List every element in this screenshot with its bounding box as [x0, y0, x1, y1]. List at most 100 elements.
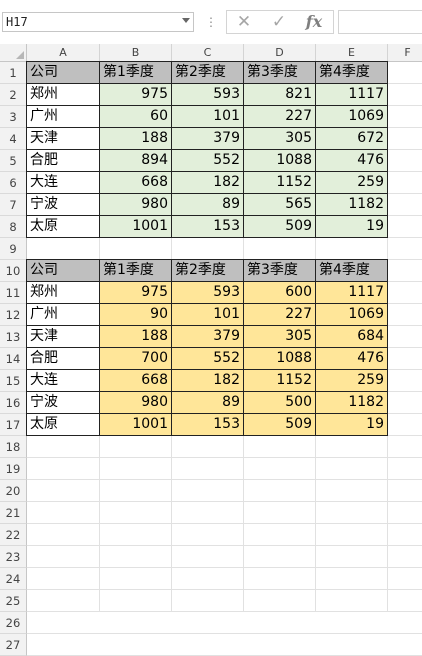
value-cell[interactable]: 476 — [315, 149, 388, 172]
company-cell[interactable]: 太原 — [26, 413, 100, 436]
company-cell[interactable]: 合肥 — [26, 347, 100, 370]
name-box[interactable]: H17 — [2, 12, 194, 32]
row-header[interactable]: 2 — [0, 84, 27, 106]
value-cell[interactable]: 188 — [99, 127, 172, 150]
row-header[interactable]: 9 — [0, 238, 27, 260]
value-cell[interactable]: 259 — [315, 369, 388, 392]
value-cell[interactable]: 552 — [171, 149, 244, 172]
row-header[interactable]: 5 — [0, 150, 27, 172]
header-cell[interactable]: 第3季度 — [243, 259, 316, 282]
value-cell[interactable]: 188 — [99, 325, 172, 348]
row-header[interactable]: 22 — [0, 524, 27, 546]
value-cell[interactable]: 182 — [171, 369, 244, 392]
row-header[interactable]: 8 — [0, 216, 27, 238]
header-cell[interactable]: 第4季度 — [315, 259, 388, 282]
company-cell[interactable]: 郑州 — [26, 281, 100, 304]
column-header-1[interactable]: A — [27, 44, 100, 62]
row-header[interactable]: 3 — [0, 106, 27, 128]
header-cell[interactable]: 第2季度 — [171, 61, 244, 84]
value-cell[interactable]: 980 — [99, 193, 172, 216]
column-header-3[interactable]: C — [172, 44, 244, 62]
company-cell[interactable]: 天津 — [26, 325, 100, 348]
row-header[interactable]: 16 — [0, 392, 27, 414]
value-cell[interactable]: 821 — [243, 83, 316, 106]
row-header[interactable]: 15 — [0, 370, 27, 392]
value-cell[interactable]: 894 — [99, 149, 172, 172]
value-cell[interactable]: 1182 — [315, 391, 388, 414]
value-cell[interactable]: 379 — [171, 325, 244, 348]
company-cell[interactable]: 宁波 — [26, 391, 100, 414]
value-cell[interactable]: 668 — [99, 369, 172, 392]
value-cell[interactable]: 500 — [243, 391, 316, 414]
value-cell[interactable]: 668 — [99, 171, 172, 194]
header-cell[interactable]: 第3季度 — [243, 61, 316, 84]
value-cell[interactable]: 593 — [171, 281, 244, 304]
row-header[interactable]: 1 — [0, 62, 27, 84]
value-cell[interactable]: 1182 — [315, 193, 388, 216]
value-cell[interactable]: 1069 — [315, 105, 388, 128]
value-cell[interactable]: 684 — [315, 325, 388, 348]
company-cell[interactable]: 广州 — [26, 303, 100, 326]
value-cell[interactable]: 552 — [171, 347, 244, 370]
value-cell[interactable]: 593 — [171, 83, 244, 106]
row-header[interactable]: 17 — [0, 414, 27, 436]
company-cell[interactable]: 天津 — [26, 127, 100, 150]
column-header-5[interactable]: E — [316, 44, 388, 62]
value-cell[interactable]: 227 — [243, 105, 316, 128]
company-cell[interactable]: 太原 — [26, 215, 100, 238]
value-cell[interactable]: 1117 — [315, 281, 388, 304]
header-cell[interactable]: 公司 — [26, 61, 100, 84]
value-cell[interactable]: 153 — [171, 215, 244, 238]
row-header[interactable]: 13 — [0, 326, 27, 348]
value-cell[interactable]: 60 — [99, 105, 172, 128]
row-header[interactable]: 4 — [0, 128, 27, 150]
company-cell[interactable]: 合肥 — [26, 149, 100, 172]
company-cell[interactable]: 大连 — [26, 171, 100, 194]
row-header[interactable]: 6 — [0, 172, 27, 194]
value-cell[interactable]: 1001 — [99, 413, 172, 436]
column-header-4[interactable]: D — [244, 44, 316, 62]
value-cell[interactable]: 509 — [243, 413, 316, 436]
enter-icon[interactable]: ✓ — [262, 11, 296, 33]
value-cell[interactable]: 305 — [243, 325, 316, 348]
value-cell[interactable]: 1152 — [243, 369, 316, 392]
header-cell[interactable]: 第4季度 — [315, 61, 388, 84]
value-cell[interactable]: 1117 — [315, 83, 388, 106]
value-cell[interactable]: 101 — [171, 303, 244, 326]
value-cell[interactable]: 259 — [315, 171, 388, 194]
column-header-2[interactable]: B — [100, 44, 172, 62]
value-cell[interactable]: 305 — [243, 127, 316, 150]
company-cell[interactable]: 宁波 — [26, 193, 100, 216]
value-cell[interactable]: 975 — [99, 281, 172, 304]
header-cell[interactable]: 第1季度 — [99, 259, 172, 282]
value-cell[interactable]: 1088 — [243, 347, 316, 370]
value-cell[interactable]: 101 — [171, 105, 244, 128]
header-cell[interactable]: 公司 — [26, 259, 100, 282]
value-cell[interactable]: 1152 — [243, 171, 316, 194]
row-header[interactable]: 19 — [0, 458, 27, 480]
value-cell[interactable]: 19 — [315, 413, 388, 436]
value-cell[interactable]: 90 — [99, 303, 172, 326]
cancel-icon[interactable]: ✕ — [227, 11, 261, 33]
row-header[interactable]: 21 — [0, 502, 27, 524]
row-header[interactable]: 27 — [0, 634, 27, 656]
row-header[interactable]: 12 — [0, 304, 27, 326]
row-header[interactable]: 10 — [0, 260, 27, 282]
value-cell[interactable]: 476 — [315, 347, 388, 370]
row-header[interactable]: 26 — [0, 612, 27, 634]
row-header[interactable]: 24 — [0, 568, 27, 590]
value-cell[interactable]: 89 — [171, 391, 244, 414]
chevron-down-icon[interactable] — [182, 18, 190, 23]
value-cell[interactable]: 975 — [99, 83, 172, 106]
value-cell[interactable]: 565 — [243, 193, 316, 216]
header-cell[interactable]: 第1季度 — [99, 61, 172, 84]
value-cell[interactable]: 379 — [171, 127, 244, 150]
column-header-6[interactable]: F — [388, 44, 422, 62]
value-cell[interactable]: 1069 — [315, 303, 388, 326]
function-icon[interactable]: fx — [297, 11, 331, 33]
company-cell[interactable]: 广州 — [26, 105, 100, 128]
value-cell[interactable]: 19 — [315, 215, 388, 238]
value-cell[interactable]: 182 — [171, 171, 244, 194]
formula-input[interactable] — [338, 10, 422, 34]
value-cell[interactable]: 600 — [243, 281, 316, 304]
